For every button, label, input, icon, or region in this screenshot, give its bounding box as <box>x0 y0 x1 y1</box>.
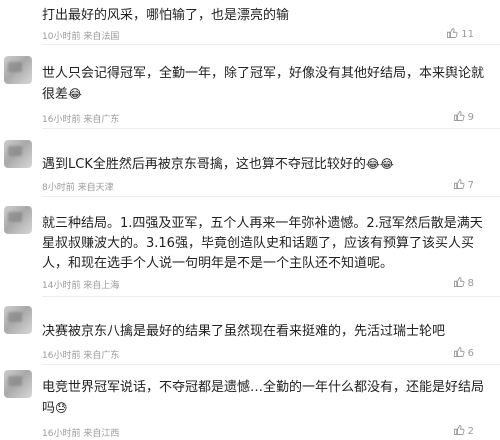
like-button[interactable]: 7 <box>453 178 474 191</box>
comment-time: 14小时前 <box>42 281 81 291</box>
avatar[interactable] <box>4 306 32 334</box>
thumbs-up-icon <box>453 425 465 435</box>
comment-item: 就三种结局。1.四强及亚军，五个人再来一年弥补遗憾。2.冠军然后散是满天星叔叔赚… <box>0 206 500 297</box>
comment-time: 8小时前 <box>42 183 75 193</box>
like-button[interactable]: 2 <box>453 424 474 437</box>
thumbs-up-icon <box>453 179 465 189</box>
emoji: 😂 <box>68 87 83 101</box>
comment-feed: 打出最好的风采，哪怕输了，也是漂亮的输 10小时前 来自法国 11 世人只会记得… <box>0 0 500 440</box>
comment-location: 来自江西 <box>83 429 120 439</box>
comment-time: 16小时前 <box>42 429 81 439</box>
thumbs-up-icon <box>453 111 465 121</box>
thumbs-up-icon <box>453 347 465 357</box>
emoji: 😂😂 <box>365 157 394 171</box>
like-button[interactable]: 11 <box>446 27 474 40</box>
comment-location: 来自上海 <box>83 281 120 291</box>
comment-item: 决赛被京东八擒是最好的结果了虽然现在看来挺难的，先活过瑞士轮吧 16小时前 来自… <box>0 306 500 365</box>
like-count: 8 <box>467 278 474 289</box>
comment-text: 决赛被京东八擒是最好的结果了虽然现在看来挺难的，先活过瑞士轮吧 <box>42 324 446 339</box>
comment-meta: 10小时前 来自法国 <box>42 29 119 42</box>
like-button[interactable]: 8 <box>453 276 474 289</box>
like-count: 6 <box>467 348 474 359</box>
avatar[interactable] <box>4 370 32 398</box>
comment-meta: 14小时前 来自上海 <box>42 278 119 291</box>
comment-text-content: 电竞世界冠军说话，不夺冠都是遗憾…全勤的一年什么都没有，还能是好结局吗 <box>42 380 485 416</box>
comment-time: 16小时前 <box>42 351 81 361</box>
avatar[interactable] <box>4 140 32 168</box>
emoji: 😓 <box>55 401 68 415</box>
thumbs-up-icon <box>447 28 458 38</box>
comment-text: 打出最好的风采，哪怕输了，也是漂亮的输 <box>42 8 290 23</box>
comment-text: 就三种结局。1.四强及亚军，五个人再来一年弥补遗憾。2.冠军然后散是满天星叔叔赚… <box>42 216 483 271</box>
comment-item: 打出最好的风采，哪怕输了，也是漂亮的输 10小时前 来自法国 11 <box>0 0 500 45</box>
comment-text: 遇到LCK全胜然后再被京东哥擒，这也算不夺冠比较好的😂😂 <box>42 154 490 175</box>
comment-meta: 8小时前 来自天津 <box>42 180 114 193</box>
comment-text: 电竞世界冠军说话，不夺冠都是遗憾…全勤的一年什么都没有，还能是好结局吗😓 <box>42 378 490 419</box>
like-button[interactable]: 6 <box>453 346 474 359</box>
comment-location: 来自天津 <box>77 183 114 193</box>
comment-text: 世人只会记得冠军，全勤一年，除了冠军，好像没有其他好结局，本来舆论就很差😂 <box>42 64 490 105</box>
thumbs-up-icon <box>453 277 465 287</box>
like-count: 7 <box>467 180 474 191</box>
comment-text-content: 遇到LCK全胜然后再被京东哥擒，这也算不夺冠比较好的 <box>42 157 366 172</box>
comment-item: 遇到LCK全胜然后再被京东哥擒，这也算不夺冠比较好的😂😂 8小时前 来自天津 7 <box>0 140 500 197</box>
divider <box>42 128 500 129</box>
comment-location: 来自法国 <box>83 32 120 42</box>
like-count: 11 <box>461 29 474 40</box>
comment-location: 来自广东 <box>83 351 120 361</box>
comment-meta: 16小时前 来自江西 <box>42 426 119 439</box>
comment-text-content: 世人只会记得冠军，全勤一年，除了冠军，好像没有其他好结局，本来舆论就很差 <box>42 66 485 102</box>
comment-meta: 16小时前 来自广东 <box>42 348 119 361</box>
like-button[interactable]: 9 <box>453 110 474 123</box>
like-count: 2 <box>467 426 474 437</box>
comment-time: 10小时前 <box>42 32 81 42</box>
avatar[interactable] <box>4 206 32 234</box>
comment-location: 来自广东 <box>83 115 120 125</box>
divider <box>42 364 500 365</box>
like-count: 9 <box>467 112 474 123</box>
divider <box>42 44 500 45</box>
divider <box>42 296 500 297</box>
avatar[interactable] <box>4 56 32 84</box>
comment-item: 电竞世界冠军说话，不夺冠都是遗憾…全勤的一年什么都没有，还能是好结局吗😓 16小… <box>0 370 500 440</box>
comment-meta: 16小时前 来自广东 <box>42 112 119 125</box>
comment-time: 16小时前 <box>42 115 81 125</box>
comment-item: 世人只会记得冠军，全勤一年，除了冠军，好像没有其他好结局，本来舆论就很差😂 16… <box>0 56 500 129</box>
divider <box>42 196 500 197</box>
